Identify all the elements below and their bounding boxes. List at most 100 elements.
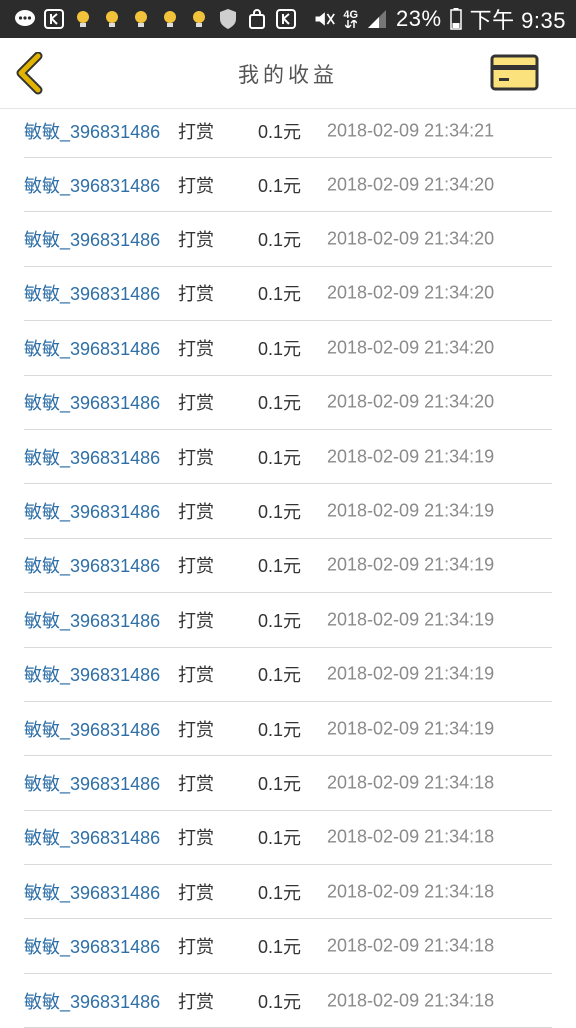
action-label: 打赏 xyxy=(178,393,214,414)
battery-icon xyxy=(449,8,462,30)
timestamp: 2018-02-09 21:34:19 xyxy=(327,500,495,521)
timestamp: 2018-02-09 21:34:18 xyxy=(327,990,495,1011)
chat-icon xyxy=(14,8,36,30)
timestamp: 2018-02-09 21:34:19 xyxy=(327,663,495,684)
user-name-link[interactable]: 敏敏_396831486 xyxy=(24,444,160,470)
earning-record-row: 敏敏_396831486 打赏 0.1元 2018-02-09 21:34:19 xyxy=(24,484,552,539)
action-label: 打赏 xyxy=(178,937,214,958)
timestamp: 2018-02-09 21:34:20 xyxy=(327,228,495,249)
timestamp: 2018-02-09 21:34:20 xyxy=(327,391,495,412)
earnings-list[interactable]: 敏敏_396831486 打赏 0.1元 2018-02-09 21:34:21… xyxy=(24,104,552,1028)
amount-value: 0.1元 xyxy=(258,773,302,794)
amount-value: 0.1元 xyxy=(258,121,302,142)
user-name-link[interactable]: 敏敏_396831486 xyxy=(24,661,160,687)
user-name-link[interactable]: 敏敏_396831486 xyxy=(24,172,160,198)
timestamp: 2018-02-09 21:34:19 xyxy=(327,609,495,630)
status-bar: 4G 23% 下午 9:35 xyxy=(0,0,576,38)
earning-record-row: 敏敏_396831486 打赏 0.1元 2018-02-09 21:34:18 xyxy=(24,919,552,974)
timestamp: 2018-02-09 21:34:21 xyxy=(327,120,495,140)
lightbulb-icon xyxy=(101,8,123,30)
earning-record-row: 敏敏_396831486 打赏 0.1元 2018-02-09 21:34:20 xyxy=(24,321,552,376)
amount-value: 0.1元 xyxy=(258,991,302,1012)
user-name-link[interactable]: 敏敏_396831486 xyxy=(24,552,160,578)
action-label: 打赏 xyxy=(178,121,214,142)
earning-record-row: 敏敏_396831486 打赏 0.1元 2018-02-09 21:34:20 xyxy=(24,158,552,213)
timestamp: 2018-02-09 21:34:19 xyxy=(327,554,495,575)
user-name-link[interactable]: 敏敏_396831486 xyxy=(24,280,160,306)
user-name-link[interactable]: 敏敏_396831486 xyxy=(24,988,160,1014)
earning-record-row: 敏敏_396831486 打赏 0.1元 2018-02-09 21:34:20 xyxy=(24,376,552,430)
earning-record-row: 敏敏_396831486 打赏 0.1元 2018-02-09 21:34:20 xyxy=(24,212,552,267)
amount-value: 0.1元 xyxy=(258,882,302,903)
timestamp: 2018-02-09 21:34:18 xyxy=(327,881,495,902)
amount-value: 0.1元 xyxy=(258,502,302,523)
action-label: 打赏 xyxy=(178,230,214,251)
mute-icon xyxy=(313,8,336,30)
user-name-link[interactable]: 敏敏_396831486 xyxy=(24,716,160,742)
k-app-icon xyxy=(43,8,65,30)
timestamp: 2018-02-09 21:34:18 xyxy=(327,826,495,847)
amount-value: 0.1元 xyxy=(258,610,302,631)
action-label: 打赏 xyxy=(178,502,214,523)
k-app-icon xyxy=(275,8,297,30)
action-label: 打赏 xyxy=(178,665,214,686)
amount-value: 0.1元 xyxy=(258,556,302,577)
user-name-link[interactable]: 敏敏_396831486 xyxy=(24,770,160,796)
lightbulb-icon xyxy=(188,8,210,30)
earning-record-row: 敏敏_396831486 打赏 0.1元 2018-02-09 21:34:19 xyxy=(24,593,552,648)
amount-value: 0.1元 xyxy=(258,230,302,251)
user-name-link[interactable]: 敏敏_396831486 xyxy=(24,226,160,252)
amount-value: 0.1元 xyxy=(258,828,302,849)
amount-value: 0.1元 xyxy=(258,447,302,468)
battery-percent: 23% xyxy=(396,6,442,31)
amount-value: 0.1元 xyxy=(258,284,302,305)
amount-value: 0.1元 xyxy=(258,719,302,740)
timestamp: 2018-02-09 21:34:20 xyxy=(327,282,495,303)
shield-icon xyxy=(217,8,239,30)
amount-value: 0.1元 xyxy=(258,665,302,686)
user-name-link[interactable]: 敏敏_396831486 xyxy=(24,933,160,959)
user-name-link[interactable]: 敏敏_396831486 xyxy=(24,879,160,905)
timestamp: 2018-02-09 21:34:20 xyxy=(327,337,495,358)
user-name-link[interactable]: 敏敏_396831486 xyxy=(24,498,160,524)
app-header: 我的收益 xyxy=(0,38,576,109)
amount-value: 0.1元 xyxy=(258,393,302,414)
amount-value: 0.1元 xyxy=(258,937,302,958)
timestamp: 2018-02-09 21:34:18 xyxy=(327,935,495,956)
action-label: 打赏 xyxy=(178,828,214,849)
amount-value: 0.1元 xyxy=(258,175,302,196)
user-name-link[interactable]: 敏敏_396831486 xyxy=(24,389,160,415)
user-name-link[interactable]: 敏敏_396831486 xyxy=(24,335,160,361)
earning-record-row: 敏敏_396831486 打赏 0.1元 2018-02-09 21:34:20 xyxy=(24,267,552,322)
earning-record-row: 敏敏_396831486 打赏 0.1元 2018-02-09 21:34:18 xyxy=(24,811,552,866)
bank-card-button[interactable] xyxy=(490,53,540,93)
user-name-link[interactable]: 敏敏_396831486 xyxy=(24,118,160,144)
action-label: 打赏 xyxy=(178,556,214,577)
user-name-link[interactable]: 敏敏_396831486 xyxy=(24,824,160,850)
earning-record-row: 敏敏_396831486 打赏 0.1元 2018-02-09 21:34:18 xyxy=(24,756,552,811)
amount-value: 0.1元 xyxy=(258,338,302,359)
timestamp: 2018-02-09 21:34:18 xyxy=(327,772,495,793)
notification-icons xyxy=(14,7,297,31)
bank-card-icon xyxy=(490,54,539,91)
earning-record-row: 敏敏_396831486 打赏 0.1元 2018-02-09 21:34:18 xyxy=(24,974,552,1028)
action-label: 打赏 xyxy=(178,882,214,903)
earning-record-row: 敏敏_396831486 打赏 0.1元 2018-02-09 21:34:19 xyxy=(24,648,552,702)
action-label: 打赏 xyxy=(178,610,214,631)
action-label: 打赏 xyxy=(178,719,214,740)
earning-record-row: 敏敏_396831486 打赏 0.1元 2018-02-09 21:34:18 xyxy=(24,865,552,920)
user-name-link[interactable]: 敏敏_396831486 xyxy=(24,607,160,633)
timestamp: 2018-02-09 21:34:19 xyxy=(327,446,495,467)
action-label: 打赏 xyxy=(178,447,214,468)
shopping-bag-icon xyxy=(246,8,268,30)
action-label: 打赏 xyxy=(178,338,214,359)
timestamp: 2018-02-09 21:34:20 xyxy=(327,174,495,195)
earning-record-row: 敏敏_396831486 打赏 0.1元 2018-02-09 21:34:19 xyxy=(24,702,552,757)
earning-record-row: 敏敏_396831486 打赏 0.1元 2018-02-09 21:34:21 xyxy=(24,104,552,158)
action-label: 打赏 xyxy=(178,773,214,794)
network-type: 4G xyxy=(343,10,358,28)
action-label: 打赏 xyxy=(178,175,214,196)
signal-icon xyxy=(366,8,388,30)
lightbulb-icon xyxy=(159,8,181,30)
action-label: 打赏 xyxy=(178,991,214,1012)
